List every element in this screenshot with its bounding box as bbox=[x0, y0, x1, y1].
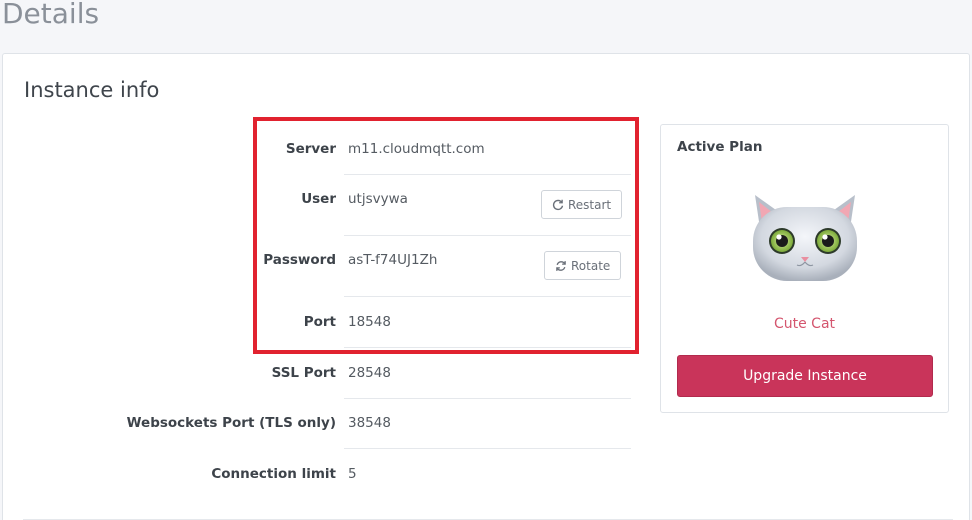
info-value: 5 bbox=[348, 466, 357, 482]
plan-name: Cute Cat bbox=[773, 316, 836, 332]
card-title: Instance info bbox=[24, 78, 160, 102]
instance-info-card: Instance info Server m11.cloudmqtt.com U… bbox=[2, 53, 970, 520]
info-row-connection-limit: Connection limit 5 bbox=[3, 449, 972, 500]
upgrade-instance-button[interactable]: Upgrade Instance bbox=[677, 355, 933, 397]
page-title: Details bbox=[2, 0, 100, 30]
plan-title: Active Plan bbox=[677, 139, 763, 155]
info-value: 38548 bbox=[348, 415, 391, 431]
info-label: SSL Port bbox=[271, 365, 336, 381]
info-label: Connection limit bbox=[211, 466, 336, 482]
info-label: Websockets Port (TLS only) bbox=[126, 415, 336, 431]
cat-icon bbox=[753, 195, 857, 281]
highlight-box bbox=[253, 117, 639, 354]
active-plan-panel: Active Plan Cute Cat Upgrade Instance bbox=[660, 124, 949, 413]
info-value: 28548 bbox=[348, 365, 391, 381]
